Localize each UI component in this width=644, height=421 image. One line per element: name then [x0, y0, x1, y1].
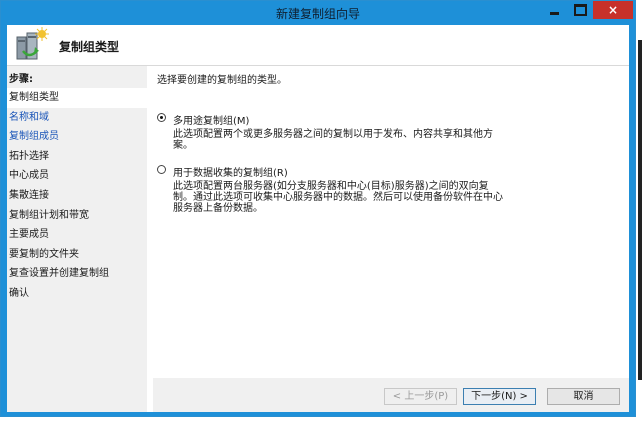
step-topology-selection: 拓扑选择	[9, 150, 49, 162]
multipurpose-description: 此选项配置两个或更多服务器之间的复制以用于发布、内容共享和其他方案。	[173, 129, 493, 151]
step-list: 复制组类型 名称和域 复制组成员 拓扑选择 中心成员 集散连接 复制组计划和带宽…	[7, 88, 149, 304]
type-prompt: 选择要创建的复制组的类型。	[157, 75, 287, 86]
back-button[interactable]: < 上一步(P)	[384, 388, 457, 405]
step-review-and-create: 复查设置并创建复制组	[9, 268, 109, 280]
wizard-footer: < 上一步(P) 下一步(N) > 取消	[153, 378, 629, 412]
next-button[interactable]: 下一步(N) >	[463, 388, 536, 405]
step-replication-group-type: 复制组类型	[7, 88, 149, 108]
window-title: 新建复制组向导	[275, 7, 360, 21]
wizard-window: 新建复制组向导 × 复制组类型 步骤: 复制组类型 名称和域 复制组成员 拓扑选…	[0, 0, 636, 417]
minimize-button[interactable]	[541, 1, 567, 19]
wizard-client-area: 复制组类型 步骤: 复制组类型 名称和域 复制组成员 拓扑选择 中心成员 集散连…	[7, 25, 629, 412]
data-collection-description: 此选项配置两台服务器(如分支服务器和中心(目标)服务器)之间的双向复制。通过此选…	[173, 181, 503, 214]
close-icon: ×	[607, 3, 619, 17]
step-schedule-bandwidth: 复制组计划和带宽	[9, 209, 89, 221]
step-hub-connections: 集散连接	[9, 189, 49, 201]
step-replication-group-members[interactable]: 复制组成员	[7, 127, 147, 147]
wizard-content: 选择要创建的复制组的类型。 多用途复制组(M) 此选项配置两个或更多服务器之间的…	[153, 66, 629, 378]
cancel-button[interactable]: 取消	[547, 388, 620, 405]
title-bar[interactable]: 新建复制组向导 ×	[1, 1, 635, 25]
background-edge	[638, 40, 642, 380]
data-collection-radio[interactable]	[157, 165, 166, 174]
close-button[interactable]: ×	[593, 1, 633, 19]
step-hub-members: 中心成员	[9, 170, 49, 182]
step-primary-member: 主要成员	[9, 229, 49, 241]
steps-sidebar: 步骤: 复制组类型 名称和域 复制组成员 拓扑选择 中心成员 集散连接 复制组计…	[7, 66, 149, 412]
maximize-button[interactable]	[567, 1, 593, 19]
multipurpose-radio[interactable]	[157, 113, 166, 122]
maximize-icon	[573, 4, 587, 16]
step-confirmation: 确认	[9, 287, 29, 299]
wizard-header: 复制组类型	[7, 25, 629, 66]
step-name-and-domain[interactable]: 名称和域	[7, 108, 147, 128]
multipurpose-label[interactable]: 多用途复制组(M)	[173, 112, 249, 127]
steps-heading: 步骤:	[9, 74, 33, 85]
data-collection-label[interactable]: 用于数据收集的复制组(R)	[173, 164, 288, 179]
step-folders-to-replicate: 要复制的文件夹	[9, 248, 79, 260]
page-title: 复制组类型	[59, 40, 120, 54]
replication-wizard-icon	[16, 27, 49, 60]
minimize-icon	[549, 11, 559, 15]
